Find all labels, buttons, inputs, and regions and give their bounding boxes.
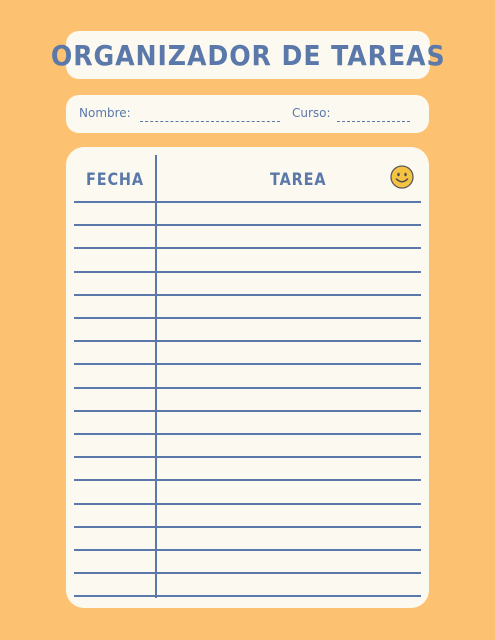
task-column-header: TAREA	[270, 170, 327, 190]
date-column-header: FECHA	[86, 170, 144, 190]
row-rule-line	[74, 572, 421, 574]
row-rule-line	[74, 224, 421, 226]
page-title: ORGANIZADOR DE TAREAS	[50, 38, 446, 72]
row-rule-line	[74, 503, 421, 505]
page: { "title": "ORGANIZADOR DE TAREAS", "inf…	[0, 0, 495, 640]
name-label: Nombre:	[79, 106, 131, 120]
row-rule-line	[74, 271, 421, 273]
row-rule-line	[74, 433, 421, 435]
column-divider	[155, 155, 157, 598]
row-rule-line	[74, 363, 421, 365]
row-rule-line	[74, 317, 421, 319]
row-rule-line	[74, 479, 421, 481]
row-rule-line	[74, 595, 421, 597]
row-rule-line	[74, 247, 421, 249]
info-card: Nombre: Curso:	[66, 95, 429, 133]
row-rule-line	[74, 456, 421, 458]
row-rule-line	[74, 549, 421, 551]
header-separator-line	[74, 201, 421, 203]
course-field-line[interactable]	[337, 121, 410, 122]
row-rule-line	[74, 340, 421, 342]
name-field-line[interactable]	[140, 121, 280, 122]
row-rule-line	[74, 294, 421, 296]
course-label: Curso:	[292, 106, 331, 120]
title-card: ORGANIZADOR DE TAREAS	[51, 31, 444, 79]
task-table: FECHA TAREA	[66, 147, 429, 608]
smiley-face-icon	[390, 165, 414, 189]
row-rule-line	[74, 387, 421, 389]
row-rule-line	[74, 410, 421, 412]
row-rule-line	[74, 526, 421, 528]
